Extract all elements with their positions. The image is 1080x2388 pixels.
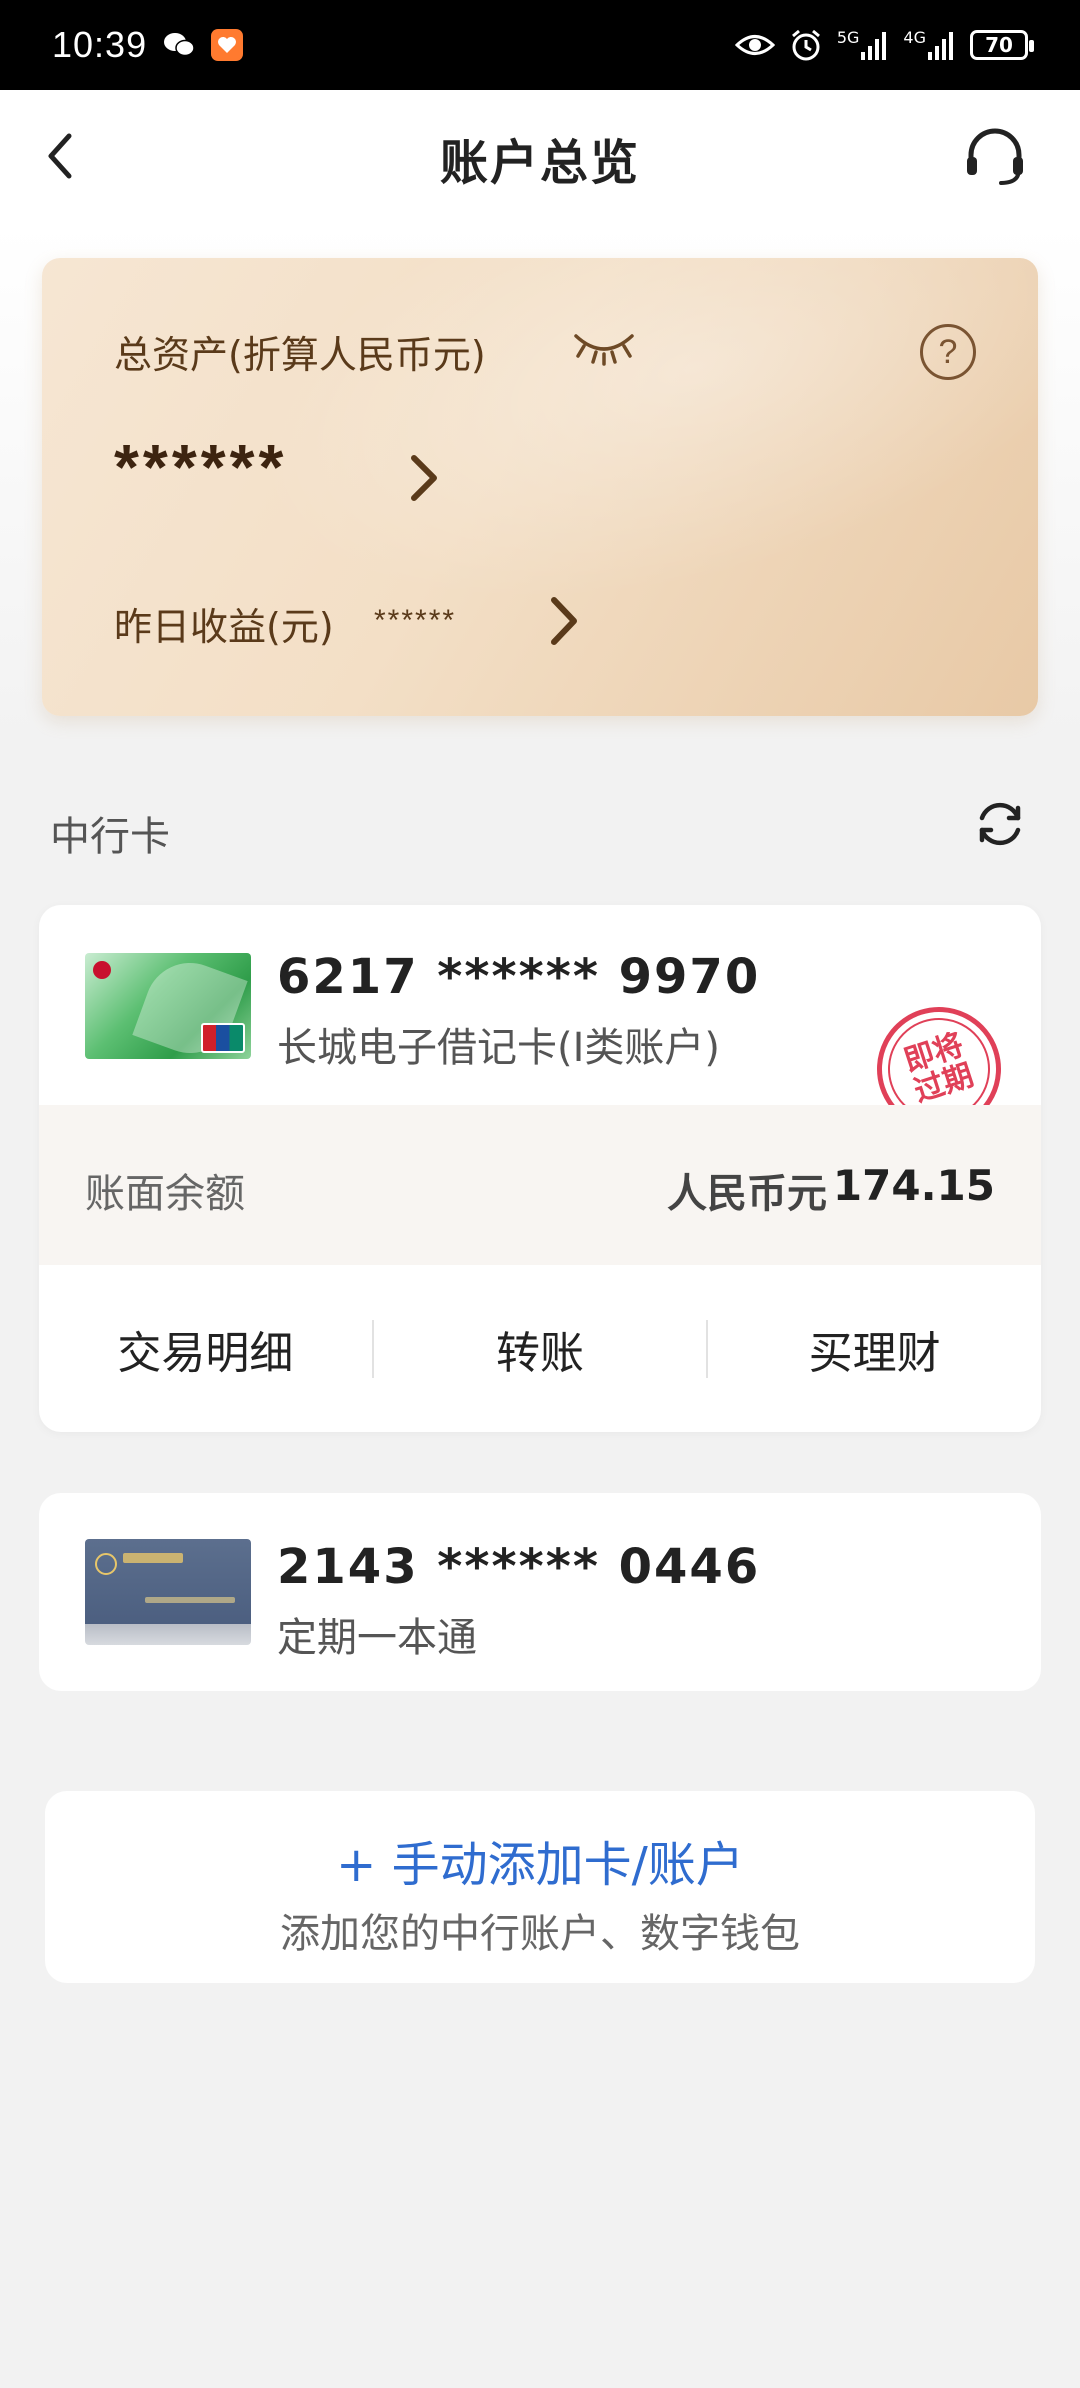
alarm-icon [791,29,820,61]
add-account-subtitle: 添加您的中行账户、数字钱包 [280,1911,800,1957]
transfer-button[interactable]: 转账 [374,1317,707,1381]
balance-amount: 174.15 [832,1161,995,1210]
add-account-title: + 手动添加卡/账户 [336,1837,744,1893]
signal-1: 5G [837,30,890,60]
battery-indicator: 70 [970,30,1034,60]
debit-card-panel[interactable]: 6217 ****** 9970 长城电子借记卡(I类账户) 即将过期 账面余额… [39,905,1041,1432]
signal-bars-icon [928,32,953,60]
card-number: 6217 ****** 9970 [277,949,761,1005]
total-assets-card[interactable]: 总资产(折算人民币元) ? ****** 昨日收益(元) ****** [42,258,1038,716]
nav-header: 账户总览 [0,90,1080,225]
refresh-icon[interactable] [972,796,1028,852]
status-time: 10:39 [52,24,148,65]
signal-bars-icon [861,32,887,60]
transaction-details-button[interactable]: 交易明细 [39,1317,372,1381]
eye-closed-icon[interactable] [572,328,636,368]
unionpay-logo-icon [201,1023,245,1053]
total-assets-label: 总资产(折算人民币元) [114,333,486,377]
card-image [85,953,251,1059]
yesterday-earnings-label: 昨日收益(元) [114,605,334,649]
chevron-right-icon[interactable] [544,592,584,650]
card-decoration [123,1553,183,1563]
deposit-book-panel[interactable]: 2143 ****** 0446 定期一本通 [39,1493,1041,1691]
card-actions: 交易明细 转账 买理财 [39,1265,1041,1432]
balance-row: 账面余额 人民币元 174.15 [39,1105,1041,1265]
back-button[interactable] [30,126,90,186]
network-label-5g: 5G [836,28,860,47]
signal-2: 4G [903,30,956,60]
balance-label: 账面余额 [85,1171,245,1217]
add-account-button[interactable]: + 手动添加卡/账户 添加您的中行账户、数字钱包 [45,1791,1035,1983]
card-number: 2143 ****** 0446 [277,1539,761,1595]
status-bar: 10:39 5G 4G 70 [0,0,1080,90]
balance-currency: 人民币元 [667,1171,827,1217]
card-decoration [145,1597,235,1603]
bank-logo-icon [95,1553,117,1575]
customer-service-button[interactable] [960,124,1030,190]
wechat-icon [163,29,195,61]
buy-wealth-button[interactable]: 买理财 [708,1317,1041,1381]
help-icon[interactable]: ? [920,324,976,380]
status-bar-left: 10:39 [52,24,244,66]
headset-icon [967,128,1023,185]
yesterday-earnings-value: ****** [374,604,457,637]
network-label-4g: 4G [903,28,926,47]
bank-logo-icon [93,961,111,979]
section-title: 中行卡 [50,814,170,860]
page-title: 账户总览 [439,134,640,191]
eye-status-icon [734,35,775,55]
status-bar-right: 5G 4G 70 [734,28,1034,62]
shopping-app-icon [211,29,244,61]
card-type: 长城电子借记卡(I类账户) [277,1025,721,1071]
chevron-right-icon[interactable] [404,448,444,508]
card-type: 定期一本通 [277,1615,477,1661]
card-image [85,1539,251,1645]
chevron-left-icon [48,133,72,179]
total-assets-amount: ****** [114,431,288,503]
